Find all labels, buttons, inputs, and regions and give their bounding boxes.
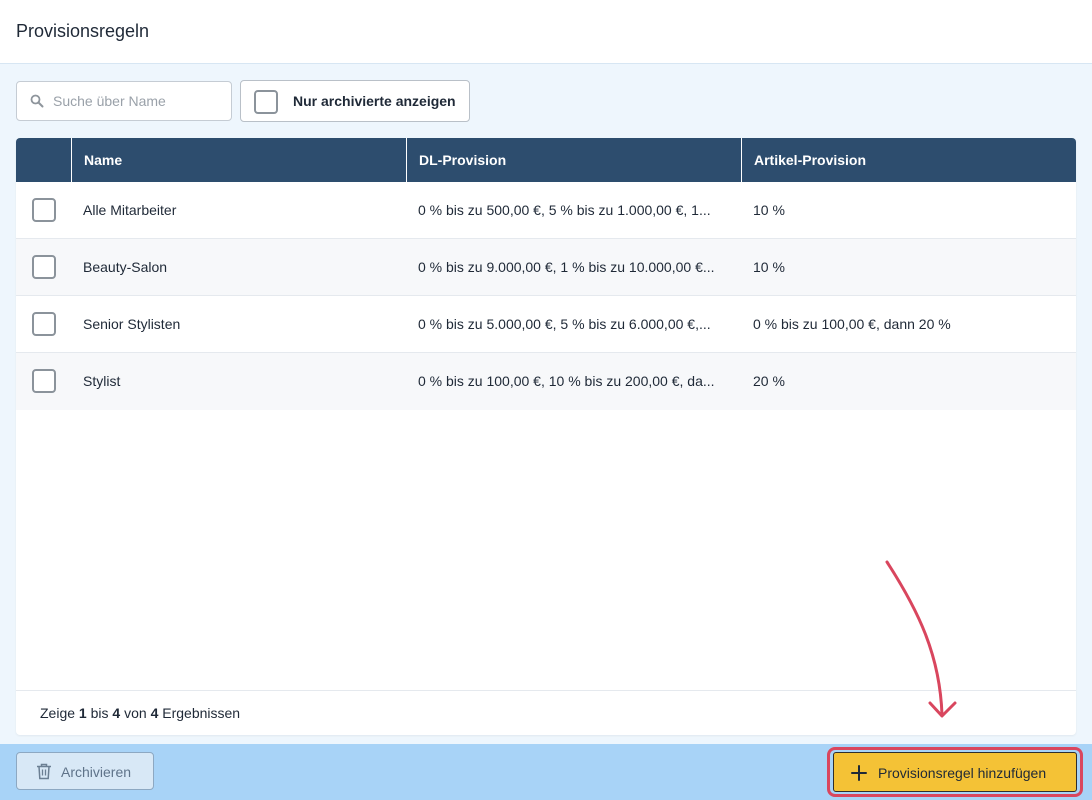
trash-icon — [37, 763, 51, 780]
results-from: 1 — [78, 705, 87, 721]
search-icon — [30, 94, 44, 108]
table-row[interactable]: Stylist 0 % bis zu 100,00 €, 10 % bis zu… — [16, 353, 1076, 410]
row-artikel-provision: 0 % bis zu 100,00 €, dann 20 % — [753, 316, 951, 332]
results-to: 4 — [112, 705, 121, 721]
row-artikel-provision: 10 % — [753, 259, 785, 275]
row-artikel-provision: 10 % — [753, 202, 785, 218]
action-bar: Archivieren Provisionsregel hinzufügen — [0, 744, 1092, 800]
add-commission-rule-button[interactable]: Provisionsregel hinzufügen — [833, 752, 1077, 792]
row-name: Senior Stylisten — [83, 316, 181, 332]
search-field[interactable] — [16, 81, 232, 121]
row-name: Beauty-Salon — [83, 259, 168, 275]
column-header-name[interactable]: Name — [71, 138, 406, 182]
row-dl-provision: 0 % bis zu 500,00 €, 5 % bis zu 1.000,00… — [418, 202, 711, 218]
row-dl-provision: 0 % bis zu 9.000,00 €, 1 % bis zu 10.000… — [418, 259, 715, 275]
table-header: Name DL-Provision Artikel-Provision — [16, 138, 1076, 182]
results-prefix: Zeige — [40, 705, 76, 721]
table-row[interactable]: Alle Mitarbeiter 0 % bis zu 500,00 €, 5 … — [16, 182, 1076, 239]
row-checkbox[interactable] — [32, 198, 56, 222]
results-suffix: Ergebnissen — [162, 705, 241, 721]
results-between: bis — [90, 705, 109, 721]
results-of: von — [124, 705, 147, 721]
add-commission-rule-label: Provisionsregel hinzufügen — [878, 765, 1047, 781]
commission-rules-table: Name DL-Provision Artikel-Provision Alle… — [16, 138, 1076, 735]
row-dl-provision: 0 % bis zu 5.000,00 €, 5 % bis zu 6.000,… — [418, 316, 711, 332]
row-dl-provision: 0 % bis zu 100,00 €, 10 % bis zu 200,00 … — [418, 373, 715, 389]
column-header-select — [16, 138, 72, 182]
search-input[interactable] — [53, 82, 229, 120]
archive-button[interactable]: Archivieren — [16, 752, 154, 790]
results-total: 4 — [150, 705, 159, 721]
pagination-bar: Zeige 1 bis 4 von 4 Ergebnissen — [16, 690, 1076, 735]
row-checkbox[interactable] — [32, 369, 56, 393]
column-header-dl-provision[interactable]: DL-Provision — [406, 138, 741, 182]
column-header-artikel-provision[interactable]: Artikel-Provision — [741, 138, 1076, 182]
archived-only-checkbox[interactable] — [254, 90, 278, 114]
row-artikel-provision: 20 % — [753, 373, 785, 389]
results-summary: Zeige 1 bis 4 von 4 Ergebnissen — [40, 705, 240, 721]
table-row[interactable]: Beauty-Salon 0 % bis zu 9.000,00 €, 1 % … — [16, 239, 1076, 296]
row-checkbox[interactable] — [32, 255, 56, 279]
row-name: Stylist — [83, 373, 121, 389]
page-header: Provisionsregeln — [0, 0, 1092, 64]
archive-button-label: Archivieren — [61, 764, 132, 780]
archived-only-toggle[interactable]: Nur archivierte anzeigen — [240, 80, 470, 122]
archived-only-label: Nur archivierte anzeigen — [293, 93, 456, 109]
row-checkbox[interactable] — [32, 312, 56, 336]
table-row[interactable]: Senior Stylisten 0 % bis zu 5.000,00 €, … — [16, 296, 1076, 353]
row-name: Alle Mitarbeiter — [83, 202, 177, 218]
page-title: Provisionsregeln — [16, 21, 150, 41]
plus-icon — [851, 765, 867, 781]
